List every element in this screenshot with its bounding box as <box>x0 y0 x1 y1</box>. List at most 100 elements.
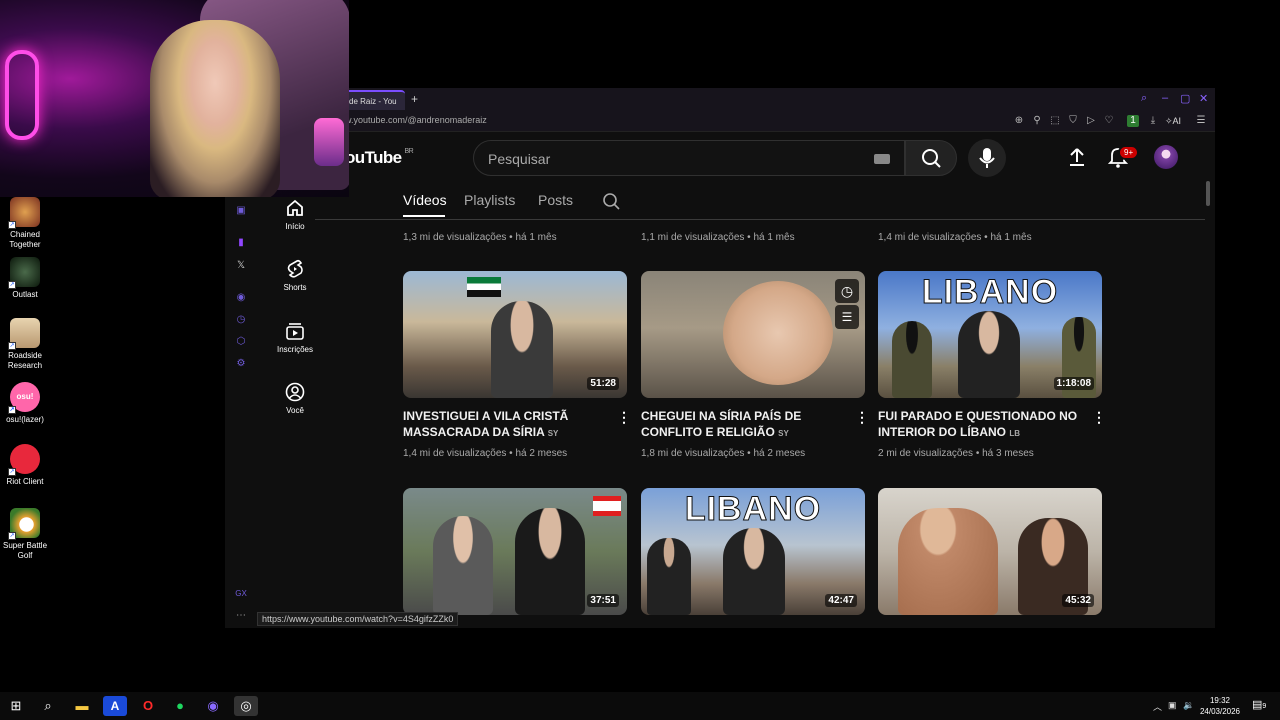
video-thumbnail[interactable]: 51:28 <box>403 271 627 398</box>
avatar[interactable] <box>1154 145 1178 169</box>
file-explorer-icon[interactable]: ▬ <box>70 696 94 716</box>
youtube-logo[interactable]: ouTube BR <box>345 148 414 168</box>
desktop-icon-label: Outlast <box>12 290 38 299</box>
video-thumbnail[interactable]: LIBANO 1:18:08 <box>878 271 1102 398</box>
video-thumbnail[interactable]: 45:32 <box>878 488 1102 615</box>
syria-flag-icon <box>467 277 501 297</box>
shield-icon[interactable]: ⛉ <box>1067 115 1079 127</box>
ai-button[interactable]: ✧AI <box>1165 116 1181 127</box>
snapshot-icon[interactable]: ⬚ <box>1049 115 1061 127</box>
video-title[interactable]: INVESTIGUEI A VILA CRISTÃ MASSACRADA DA … <box>403 408 618 442</box>
video-thumbnail[interactable]: LIBANO 42:47 <box>641 488 865 615</box>
lebanon-flag-icon <box>593 496 621 516</box>
extension-badge[interactable]: 1 <box>1127 115 1139 127</box>
tab-videos[interactable]: Vídeos <box>403 192 447 208</box>
nav-label: Inscrições <box>276 345 313 354</box>
osu-icon: osu! ↗ <box>8 382 40 414</box>
heart-icon[interactable]: ♡ <box>1103 115 1115 127</box>
notification-center-icon[interactable]: ▤9 <box>1252 698 1266 711</box>
windows-start-icon[interactable]: ⊞ <box>4 696 28 716</box>
tab-playlists[interactable]: Playlists <box>464 192 515 208</box>
player-icon[interactable]: ◉ <box>235 292 247 304</box>
spotify-icon[interactable]: ● <box>168 696 192 716</box>
webcam-overlay <box>0 0 349 197</box>
video-more-options-icon[interactable]: ⋮ <box>1092 410 1106 424</box>
nav-subscriptions[interactable]: Inscrições <box>265 321 325 354</box>
add-to-queue-icon[interactable]: ☰ <box>835 305 859 329</box>
gx-icon[interactable]: GX <box>235 588 247 600</box>
tray-app-icon[interactable]: ▣ <box>1168 700 1177 711</box>
video-title-text: FUI PARADO E QUESTIONADO NO INTERIOR DO … <box>878 409 1078 439</box>
voice-search-button[interactable] <box>968 139 1006 177</box>
more-icon[interactable]: ⋯ <box>235 610 247 622</box>
video-more-options-icon[interactable]: ⋮ <box>617 410 631 424</box>
video-card[interactable]: LIBANO 1:18:08 <box>878 271 1102 398</box>
tab-posts[interactable]: Posts <box>538 192 573 208</box>
download-icon[interactable]: ⤓ <box>1147 115 1159 127</box>
video-meta: 1,4 mi de visualizações • há 1 mês <box>878 232 1032 243</box>
desktop-icon-riot-client[interactable]: ↗ Riot Client <box>0 444 50 487</box>
nav-shorts[interactable]: Shorts <box>265 259 325 292</box>
country-code: SY <box>778 429 789 438</box>
video-title[interactable]: FUI PARADO E QUESTIONADO NO INTERIOR DO … <box>878 408 1093 442</box>
twitch-icon[interactable]: ▮ <box>235 237 247 249</box>
launcher-icon[interactable]: A <box>103 696 127 716</box>
video-duration: 42:47 <box>825 594 857 607</box>
upload-icon[interactable] <box>1068 147 1086 172</box>
video-more-options-icon[interactable]: ⋮ <box>855 410 869 424</box>
thumbnail-person <box>723 528 785 615</box>
obs-icon[interactable]: ◎ <box>234 696 258 716</box>
search-button[interactable] <box>905 140 957 176</box>
pin-icon[interactable]: ⚲ <box>1031 115 1043 127</box>
extensions-icon[interactable]: ⬡ <box>235 336 247 348</box>
url-text[interactable]: w.youtube.com/@andrenomaderaiz <box>345 115 487 125</box>
video-card[interactable]: ◷ ☰ <box>641 271 865 398</box>
watch-later-icon[interactable]: ◷ <box>835 279 859 303</box>
video-thumbnail[interactable]: 37:51 <box>403 488 627 615</box>
video-thumbnail[interactable]: ◷ ☰ <box>641 271 865 398</box>
clock-time: 19:32 <box>1209 696 1230 705</box>
minimize-icon[interactable]: – <box>1162 92 1168 104</box>
thumbnail-person <box>433 516 493 615</box>
opera-gx-icon[interactable]: O <box>136 696 160 716</box>
channel-search-icon[interactable] <box>602 192 622 212</box>
new-tab-button[interactable]: + <box>411 92 418 106</box>
video-card[interactable]: 51:28 <box>403 271 627 398</box>
desktop-icon-roadside-research[interactable]: ↗ Roadside Research <box>0 318 50 371</box>
search-box[interactable] <box>473 140 905 176</box>
mic-icon <box>979 148 995 168</box>
tray-chevron-icon[interactable]: ︿ <box>1153 700 1162 713</box>
scrollbar[interactable] <box>1206 181 1210 206</box>
thumbnail-soldier <box>892 321 932 398</box>
video-card[interactable]: 45:32 <box>878 488 1102 615</box>
search-tabs-icon[interactable]: ⌕ <box>1141 92 1147 105</box>
settings-icon[interactable]: ⚙ <box>235 358 247 370</box>
nav-you[interactable]: Você <box>265 382 325 415</box>
video-card[interactable]: LIBANO 42:47 <box>641 488 865 615</box>
messenger-icon[interactable]: ▣ <box>235 205 247 217</box>
nav-home[interactable]: Início <box>265 198 325 231</box>
desktop-icon-outlast[interactable]: ↗ Outlast <box>0 257 50 300</box>
desktop-icon-osu[interactable]: osu! ↗ osu!(lazer) <box>0 382 50 425</box>
search-input[interactable] <box>488 151 848 167</box>
video-card[interactable]: 37:51 <box>403 488 627 615</box>
desktop-icon-super-battle-golf[interactable]: ↗ Super Battle Golf <box>0 508 50 561</box>
keyboard-icon[interactable] <box>874 154 890 164</box>
video-title[interactable]: CHEGUEI NA SÍRIA PAÍS DE CONFLITO E RELI… <box>641 408 856 442</box>
browser-tab[interactable]: de Raiz - You <box>343 90 405 110</box>
history-icon[interactable]: ◷ <box>235 314 247 326</box>
thumbnail-overlay-text: LIBANO <box>684 490 822 529</box>
maximize-icon[interactable]: ▢ <box>1180 92 1190 105</box>
x-icon[interactable]: 𝕏 <box>235 260 247 272</box>
play-icon[interactable]: ▷ <box>1085 115 1097 127</box>
tray-speaker-icon[interactable]: 🔉 <box>1183 700 1194 711</box>
close-icon[interactable]: ✕ <box>1199 92 1208 105</box>
desktop-icon-label: osu!(lazer) <box>6 415 44 424</box>
discord-icon[interactable]: ◉ <box>201 696 225 716</box>
taskbar-clock[interactable]: 19:32 24/03/2026 <box>1200 695 1240 717</box>
zoom-icon[interactable]: ⊕ <box>1013 115 1025 127</box>
menu-icon[interactable]: ☰ <box>1195 115 1207 127</box>
search-icon[interactable]: ⌕ <box>36 696 60 716</box>
tabs-divider <box>315 219 1205 220</box>
desktop-icon-chained-together[interactable]: ↗ Chained Together <box>0 197 50 250</box>
